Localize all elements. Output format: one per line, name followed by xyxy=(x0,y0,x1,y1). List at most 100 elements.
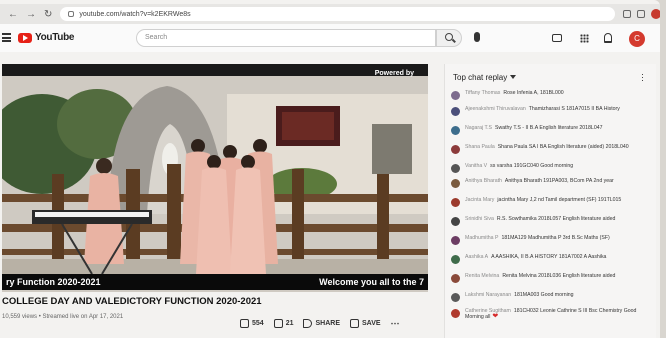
dislike-button[interactable]: 21 xyxy=(273,319,294,328)
video-player[interactable]: Powered by ry Function 2020-2021 Welcome… xyxy=(2,64,428,292)
chat-message: Catherine Sugitham 181CH032 Leonie Cathri… xyxy=(451,308,650,327)
youtube-logo[interactable]: YouTube xyxy=(18,32,75,43)
chat-author-avatar[interactable] xyxy=(451,106,460,116)
chat-author-avatar[interactable] xyxy=(451,163,460,173)
more-options-icon[interactable]: ⋯ xyxy=(391,318,400,329)
chat-message: Nagaraj T.S Swathy T.S - II B.A English l… xyxy=(451,125,650,144)
chat-message-text: Swathy T.S - II B.A English literature 2… xyxy=(495,124,603,131)
chat-author-name[interactable]: Aashika A xyxy=(465,254,488,260)
chat-author-name[interactable]: Tiffany Thomas xyxy=(465,90,500,96)
create-video-icon[interactable] xyxy=(552,34,562,42)
chat-filter-dropdown[interactable]: Top chat replay xyxy=(453,73,517,82)
chat-author-avatar[interactable] xyxy=(451,293,460,302)
person-dress xyxy=(230,167,266,274)
share-arrow-icon xyxy=(303,319,313,328)
chat-author-name[interactable]: Ajeenakshmi Thiruvalavan xyxy=(465,106,526,112)
chat-author-avatar[interactable] xyxy=(451,217,460,226)
chat-author-avatar[interactable] xyxy=(451,198,460,207)
chat-message-text: Thamizharasi S 181A7015 II BA History xyxy=(528,105,620,112)
chat-author-name[interactable]: Shana Paula xyxy=(465,144,495,150)
chat-message-text: R.S. Sowthamika 2018L057 English literat… xyxy=(496,216,616,222)
chat-author-name[interactable]: Renita Melvina xyxy=(465,273,499,279)
user-avatar[interactable]: C xyxy=(629,31,645,47)
extension-icon[interactable] xyxy=(623,10,632,18)
chat-author-name[interactable]: Catherine Sugitham xyxy=(465,308,511,314)
caption-right-text: Welcome you all to the 7 xyxy=(319,277,424,287)
back-icon[interactable]: ← xyxy=(8,9,18,20)
browser-profile-icon[interactable] xyxy=(651,9,660,19)
chat-message: Srinidhi Siva R.S. Sowthamika 2018L057 En… xyxy=(451,216,650,235)
chat-message-text: Shana Paula SA I BA English literature (… xyxy=(497,143,629,150)
apps-grid-icon[interactable] xyxy=(580,34,589,43)
chat-author-name[interactable]: Madhumitha P xyxy=(465,235,498,241)
hamburger-menu-icon[interactable] xyxy=(2,33,11,42)
chat-author-name[interactable]: Srinidhi Siva xyxy=(465,216,494,222)
share-button[interactable]: SHARE xyxy=(303,319,340,328)
person-head xyxy=(96,158,112,174)
thumbs-up-icon xyxy=(240,319,249,328)
person-head xyxy=(241,155,255,169)
forward-icon[interactable]: → xyxy=(26,9,36,20)
screen: ← → ↻ youtube.com/watch?v=k2EKRWe8s YouT… xyxy=(0,0,660,338)
chat-message-body: Renita Melvina Renita Melvina 2018L036 En… xyxy=(465,273,615,279)
notifications-bell-icon[interactable] xyxy=(604,33,612,43)
chat-author-name[interactable]: Anithya Bharath xyxy=(465,178,502,184)
like-button[interactable]: 554 xyxy=(240,319,264,328)
chat-author-name[interactable]: Lakshmi Narayanan xyxy=(465,292,511,298)
chat-message-body: Shana Paula Shana Paula SA I BA English l… xyxy=(465,144,629,150)
chat-menu-icon[interactable]: ⋯ xyxy=(638,73,648,82)
chat-message-text: 181MA003 Good morning xyxy=(514,292,574,298)
chat-author-name[interactable]: Nagaraj T.S xyxy=(465,125,492,131)
chat-author-name[interactable]: Vanitha V xyxy=(465,163,487,169)
youtube-logo-text: YouTube xyxy=(35,32,75,43)
chat-message: Tiffany Thomas Rose Infenia A, 181BL000 xyxy=(451,90,650,106)
caption-left-text: ry Function 2020-2021 xyxy=(6,277,101,287)
chat-message-body: Lakshmi Narayanan 181MA003 Good morning xyxy=(465,292,574,298)
browser-extension-icons xyxy=(623,9,660,19)
chat-message: Aashika AA AASHIKA, II B.A HISTORY 181A7… xyxy=(451,254,650,273)
save-label: SAVE xyxy=(362,320,381,327)
chat-author-avatar[interactable] xyxy=(451,125,460,135)
thumbs-down-icon xyxy=(273,319,283,328)
person-head xyxy=(253,139,267,153)
chat-author-avatar[interactable] xyxy=(451,236,460,245)
lock-icon xyxy=(68,11,75,17)
person-head xyxy=(191,139,205,153)
chat-message-text: Anithya Bharath 191PA003, BCom PA 2nd ye… xyxy=(504,178,614,184)
chat-message-body: Vanitha Vss varsha 191GC040 Good morning xyxy=(465,163,573,169)
url-text: youtube.com/watch?v=k2EKRWe8s xyxy=(79,10,191,18)
chat-message: Vanitha Vss varsha 191GC040 Good morning xyxy=(451,163,650,179)
address-bar[interactable]: youtube.com/watch?v=k2EKRWe8s xyxy=(60,7,616,21)
live-chat-replay: Top chat replay ⋯ Tiffany Thomas Rose Inf… xyxy=(444,64,656,338)
microphone-icon[interactable] xyxy=(474,32,480,42)
chat-message-text: Renita Melvina 2018L036 English literatu… xyxy=(502,273,616,279)
heart-emoji-icon: ❤ xyxy=(490,312,499,320)
share-label: SHARE xyxy=(315,320,340,327)
chat-author-avatar[interactable] xyxy=(451,274,460,283)
search-button[interactable] xyxy=(436,29,462,47)
chat-message: Lakshmi Narayanan 181MA003 Good morning xyxy=(451,292,650,308)
notice-board-panel xyxy=(282,112,334,140)
playlist-add-icon xyxy=(350,319,359,328)
chat-author-avatar[interactable] xyxy=(451,308,460,318)
chat-message-text: Rose Infenia A, 181BL000 xyxy=(503,90,564,96)
chat-author-avatar[interactable] xyxy=(451,91,460,100)
chat-message-body: Anithya Bharath Anithya Bharath 191PA003,… xyxy=(465,178,614,184)
dislike-count: 21 xyxy=(285,320,294,327)
chat-author-avatar[interactable] xyxy=(451,255,460,264)
chat-author-name[interactable]: Jacinta Mary xyxy=(465,197,494,203)
person-head xyxy=(223,145,237,159)
save-button[interactable]: SAVE xyxy=(350,319,381,328)
reload-icon[interactable]: ↻ xyxy=(44,9,52,20)
chat-message: Renita Melvina Renita Melvina 2018L036 En… xyxy=(451,273,650,292)
video-meta: 10,559 views • Streamed live on Apr 17, … xyxy=(2,314,124,320)
fence-post xyxy=(292,169,304,274)
search-input[interactable]: Search xyxy=(136,29,436,47)
chat-author-avatar[interactable] xyxy=(451,179,460,188)
video-title: COLLEGE DAY AND VALEDICTORY FUNCTION 202… xyxy=(2,296,262,307)
chat-message-list: Tiffany Thomas Rose Infenia A, 181BL000 Aj… xyxy=(445,90,656,327)
video-watermark: Powered by xyxy=(374,70,414,77)
chat-author-avatar[interactable] xyxy=(451,144,460,154)
chat-message: Madhumitha P 181MA129 Madhumitha P 3rd B.… xyxy=(451,235,650,254)
bookmark-icon[interactable] xyxy=(637,10,646,18)
